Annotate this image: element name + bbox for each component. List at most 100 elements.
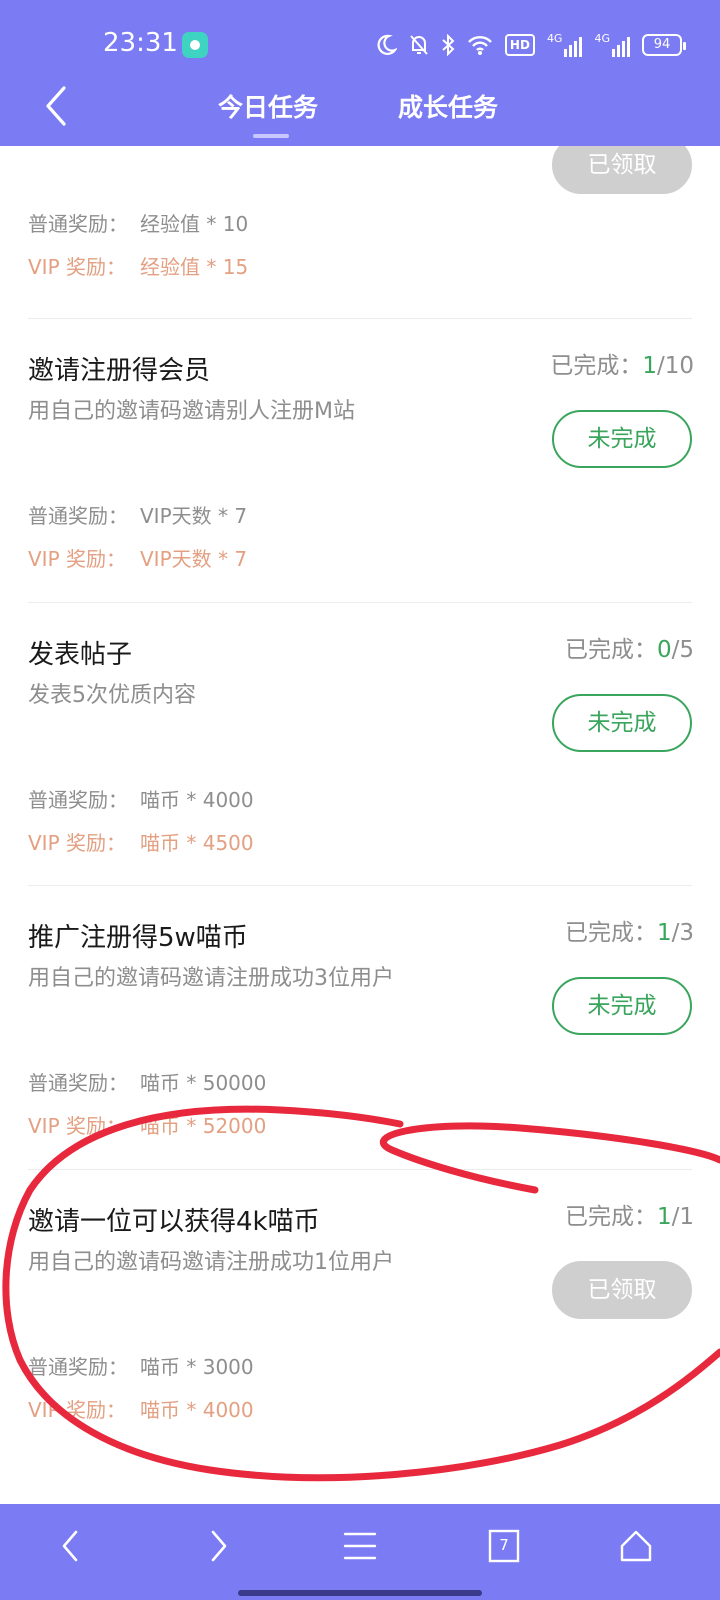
status-icons: HD 4G 4G 94 <box>377 32 686 58</box>
task-list: 已领取 普通奖励： 经验值 * 10 VIP 奖励： 经验值 * 15 邀请注册得会… <box>0 146 720 1504</box>
task-progress: 已完成：1/10 <box>550 346 694 380</box>
normal-reward-value: 喵币 * 4000 <box>140 788 254 812</box>
browser-back-button[interactable] <box>56 1526 86 1566</box>
normal-reward-value: 喵币 * 50000 <box>140 1071 267 1095</box>
vip-reward-value: 喵币 * 52000 <box>140 1114 267 1138</box>
status-time: 23:31 <box>103 28 178 58</box>
vip-reward-label: VIP 奖励： <box>28 1114 126 1138</box>
task-item: 邀请注册得会员 用自己的邀请码邀请别人注册M站 已完成：1/10 未完成 普通奖… <box>28 350 694 600</box>
back-button[interactable] <box>38 82 78 130</box>
incomplete-button[interactable]: 未完成 <box>552 410 692 468</box>
incomplete-button[interactable]: 未完成 <box>552 977 692 1035</box>
divider <box>28 1169 692 1170</box>
signal-4g-icon: 4G <box>547 33 583 57</box>
vip-reward-value: VIP天数 * 7 <box>140 547 248 571</box>
progress-done: 1 <box>656 1204 672 1230</box>
vip-reward: VIP 奖励： 喵币 * 4000 <box>28 1394 254 1423</box>
normal-reward-value: 喵币 * 3000 <box>140 1355 254 1379</box>
menu-icon <box>343 1532 377 1560</box>
browser-menu-button[interactable] <box>343 1526 377 1566</box>
wifi-icon <box>468 36 492 55</box>
task-item: 已领取 普通奖励： 经验值 * 10 VIP 奖励： 经验值 * 15 <box>28 146 694 316</box>
progress-total: /3 <box>671 920 694 946</box>
progress-total: /1 <box>671 1204 694 1230</box>
vip-reward: VIP 奖励： 经验值 * 15 <box>28 251 248 280</box>
network-type-label: 4G <box>594 32 610 45</box>
normal-reward: 普通奖励： 喵币 * 3000 <box>28 1351 254 1380</box>
vip-reward: VIP 奖励： 喵币 * 52000 <box>28 1110 266 1139</box>
task-description: 用自己的邀请码邀请注册成功3位用户 <box>28 966 394 991</box>
task-item: 发表帖子 发表5次优质内容 已完成：0/5 未完成 普通奖励： 喵币 * 4000… <box>28 634 694 884</box>
normal-reward: 普通奖励： 喵币 * 50000 <box>28 1067 266 1096</box>
vip-reward: VIP 奖励： 喵币 * 4500 <box>28 827 254 856</box>
browser-forward-button[interactable] <box>203 1526 233 1566</box>
progress-label: 已完成： <box>550 353 643 379</box>
tab-count: 7 <box>499 1536 509 1554</box>
vip-reward-value: 经验值 * 15 <box>140 255 249 279</box>
progress-label: 已完成： <box>564 920 657 946</box>
normal-reward: 普通奖励： 经验值 * 10 <box>28 208 248 237</box>
vip-reward-label: VIP 奖励： <box>28 547 126 571</box>
task-title: 推广注册得5w喵币 <box>28 923 248 953</box>
vip-reward-label: VIP 奖励： <box>28 1398 126 1422</box>
vip-reward-label: VIP 奖励： <box>28 255 126 279</box>
divider <box>28 885 692 886</box>
forward-icon <box>211 1530 227 1562</box>
task-title: 发表帖子 <box>28 640 133 670</box>
normal-reward-label: 普通奖励： <box>28 212 128 236</box>
battery-icon: 94 <box>642 34 686 56</box>
vip-reward-label: VIP 奖励： <box>28 831 126 855</box>
progress-total: /5 <box>671 637 694 663</box>
task-title: 邀请一位可以获得4k喵币 <box>28 1207 320 1237</box>
bluetooth-icon <box>442 34 455 56</box>
vip-reward-value: 喵币 * 4500 <box>140 831 254 855</box>
task-progress: 已完成：1/3 <box>565 913 694 947</box>
browser-tabs-button[interactable]: 7 <box>487 1526 521 1566</box>
normal-reward-value: 经验值 * 10 <box>140 212 249 236</box>
task-title: 邀请注册得会员 <box>28 356 211 386</box>
divider <box>28 602 692 603</box>
normal-reward-label: 普通奖励： <box>28 788 128 812</box>
status-bar: 23:31 HD 4G 4G 94 <box>0 28 720 62</box>
claimed-button[interactable]: 已领取 <box>552 1261 692 1319</box>
progress-done: 0 <box>656 637 672 663</box>
progress-done: 1 <box>656 920 672 946</box>
divider <box>28 318 692 319</box>
normal-reward-label: 普通奖励： <box>28 1071 128 1095</box>
claimed-button[interactable]: 已领取 <box>552 146 692 194</box>
normal-reward-label: 普通奖励： <box>28 504 128 528</box>
bell-off-icon <box>410 35 428 55</box>
browser-home-button[interactable] <box>618 1526 654 1566</box>
normal-reward: 普通奖励： VIP天数 * 7 <box>28 500 247 529</box>
task-progress: 已完成：0/5 <box>565 630 694 664</box>
hd-icon: HD <box>504 34 535 56</box>
network-type-label: 4G <box>546 32 563 45</box>
app-notification-icon <box>182 32 208 58</box>
signal-4g-icon-2: 4G <box>594 33 630 57</box>
vip-reward: VIP 奖励： VIP天数 * 7 <box>28 543 247 572</box>
normal-reward-label: 普通奖励： <box>28 1355 128 1379</box>
tab-today-tasks[interactable]: 今日任务 <box>218 88 318 124</box>
vip-reward-value: 喵币 * 4000 <box>140 1398 254 1422</box>
home-indicator[interactable] <box>238 1590 482 1596</box>
active-tab-indicator <box>253 134 289 138</box>
bottom-navigation-bar: 7 <box>0 1504 720 1600</box>
tab-growth-tasks[interactable]: 成长任务 <box>398 88 498 124</box>
task-description: 发表5次优质内容 <box>28 683 196 708</box>
normal-reward-value: VIP天数 * 7 <box>140 504 248 528</box>
chevron-left-icon <box>46 86 66 126</box>
progress-label: 已完成： <box>564 1204 657 1230</box>
back-icon <box>62 1530 78 1562</box>
progress-total: /10 <box>656 353 694 379</box>
task-description: 用自己的邀请码邀请注册成功1位用户 <box>28 1250 394 1275</box>
normal-reward: 普通奖励： 喵币 * 4000 <box>28 784 254 813</box>
task-item: 邀请一位可以获得4k喵币 用自己的邀请码邀请注册成功1位用户 已完成：1/1 已… <box>28 1201 694 1451</box>
moon-icon <box>377 34 397 55</box>
task-description: 用自己的邀请码邀请别人注册M站 <box>28 399 355 424</box>
home-icon <box>620 1530 652 1562</box>
nav-bar: 今日任务 成长任务 <box>0 76 720 146</box>
incomplete-button[interactable]: 未完成 <box>552 694 692 752</box>
task-item: 推广注册得5w喵币 用自己的邀请码邀请注册成功3位用户 已完成：1/3 未完成 … <box>28 917 694 1167</box>
task-progress: 已完成：1/1 <box>565 1197 694 1231</box>
progress-label: 已完成： <box>564 637 657 663</box>
